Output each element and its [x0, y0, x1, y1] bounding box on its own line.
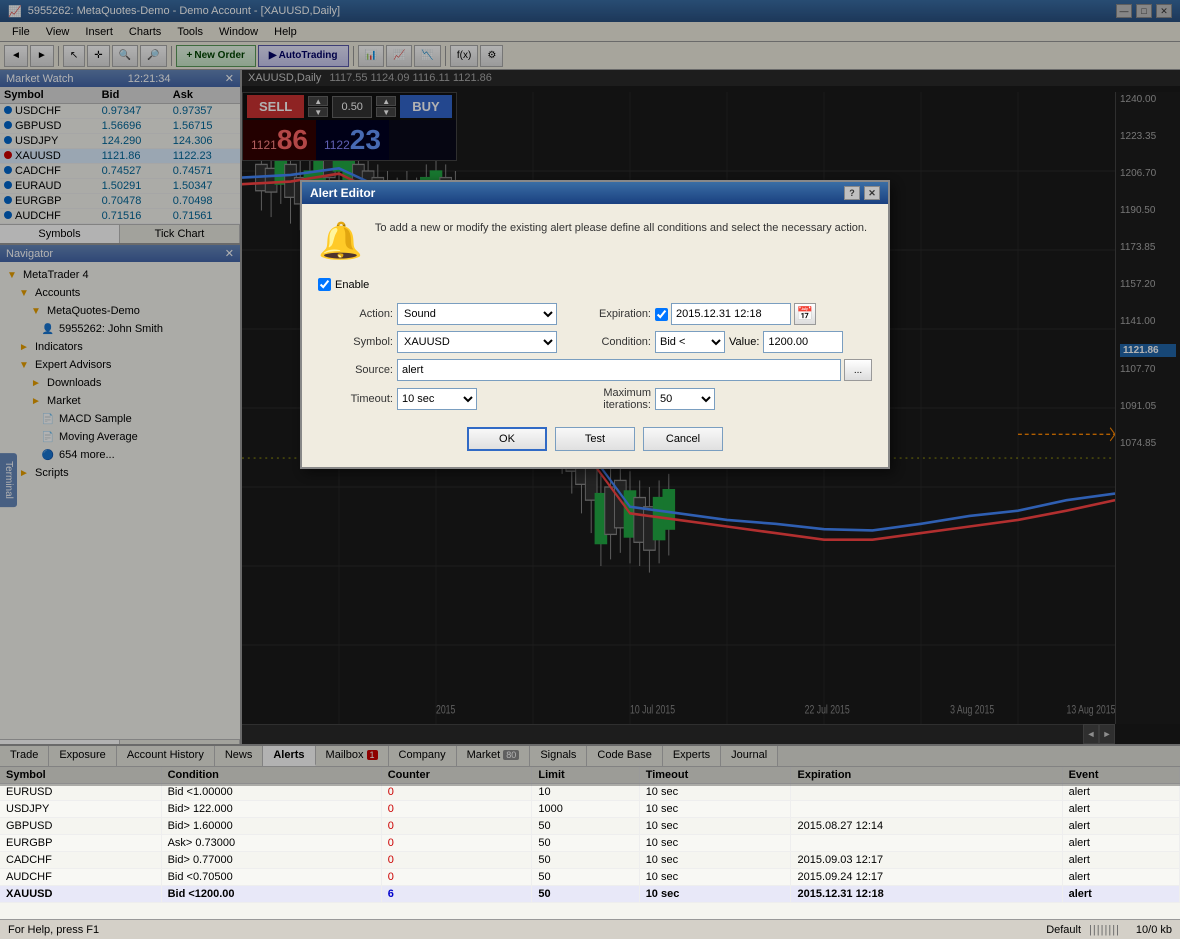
dialog-info-section: 🔔 To add a new or modify the existing al…	[318, 220, 872, 262]
table-row[interactable]: USDJPYBid> 122.0000100010 secalert	[0, 801, 1180, 818]
table-row[interactable]: CADCHFBid> 0.7700005010 sec2015.09.03 12…	[0, 852, 1180, 869]
table-row[interactable]: XAUUSDBid <1200.0065010 sec2015.12.31 12…	[0, 886, 1180, 903]
enable-label: Enable	[335, 279, 369, 291]
expiration-input[interactable]	[671, 303, 791, 325]
statusbar-right: |||||||| 10/0 kb	[1089, 924, 1172, 936]
dialog-help-button[interactable]: ?	[844, 186, 860, 200]
expiration-picker-button[interactable]: 📅	[794, 303, 816, 325]
dialog-info-text: To add a new or modify the existing aler…	[375, 220, 867, 237]
memory-indicator: 10/0 kb	[1136, 924, 1172, 936]
dialog-controls: ? ✕	[844, 186, 880, 200]
table-row[interactable]: EURGBPAsk> 0.7300005010 secalert	[0, 835, 1180, 852]
dialog-body: 🔔 To add a new or modify the existing al…	[302, 204, 888, 467]
kb-indicator: ||||||||	[1089, 924, 1120, 936]
dialog-title: Alert Editor	[310, 186, 375, 200]
condition-value-row: Bid < Bid > Ask < Ask > Value:	[655, 331, 872, 353]
max-iter-label: Maximum iterations:	[561, 387, 651, 411]
enable-checkbox[interactable]	[318, 278, 331, 291]
condition-select[interactable]: Bid < Bid > Ask < Ask >	[655, 331, 725, 353]
source-row: ...	[397, 359, 872, 381]
symbol-label: Symbol:	[318, 336, 393, 348]
dialog-close-button[interactable]: ✕	[864, 186, 880, 200]
bell-icon: 🔔	[318, 220, 363, 262]
max-iter-select[interactable]: 50 100 unlimited	[655, 388, 715, 410]
symbol-select[interactable]: XAUUSD EURUSD	[397, 331, 557, 353]
condition-label: Condition:	[561, 336, 651, 348]
timeout-label: Timeout:	[318, 393, 393, 405]
alerts-body: EURUSDBid <1.0000001010 secalert USDJPYB…	[0, 784, 1180, 903]
table-row[interactable]: AUDCHFBid <0.7050005010 sec2015.09.24 12…	[0, 869, 1180, 886]
source-label: Source:	[318, 364, 393, 376]
timeout-select[interactable]: 10 sec 30 sec 1 min	[397, 388, 477, 410]
value-label: Value:	[729, 336, 759, 348]
alerts-table: Symbol Condition Counter Limit Timeout E…	[0, 767, 1180, 903]
value-input[interactable]	[763, 331, 843, 353]
test-button[interactable]: Test	[555, 427, 635, 451]
statusbar-default: Default	[1046, 924, 1081, 936]
source-input[interactable]	[397, 359, 841, 381]
expiration-checkbox[interactable]	[655, 308, 668, 321]
alerts-content: Symbol Condition Counter Limit Timeout E…	[0, 767, 1180, 918]
cancel-button[interactable]: Cancel	[643, 427, 723, 451]
table-row[interactable]: GBPUSDBid> 1.6000005010 sec2015.08.27 12…	[0, 818, 1180, 835]
alert-editor-dialog: Alert Editor ? ✕ 🔔 To add a new or modif…	[300, 180, 890, 469]
dialog-buttons: OK Test Cancel	[318, 427, 872, 451]
action-select[interactable]: Sound Alert Email	[397, 303, 557, 325]
action-label: Action:	[318, 308, 393, 320]
modal-overlay: Alert Editor ? ✕ 🔔 To add a new or modif…	[0, 0, 1180, 786]
table-row[interactable]: EURUSDBid <1.0000001010 secalert	[0, 784, 1180, 801]
ok-button[interactable]: OK	[467, 427, 547, 451]
expiration-row: 📅	[655, 303, 872, 325]
source-browse-button[interactable]: ...	[844, 359, 872, 381]
statusbar-help-text: For Help, press F1	[8, 924, 1038, 936]
statusbar: For Help, press F1 Default |||||||| 10/0…	[0, 919, 1180, 939]
dialog-enable-section: Enable	[318, 278, 872, 291]
dialog-form: Action: Sound Alert Email Expiration: 📅 …	[318, 303, 872, 411]
dialog-titlebar: Alert Editor ? ✕	[302, 182, 888, 204]
expiration-label: Expiration:	[561, 308, 651, 320]
